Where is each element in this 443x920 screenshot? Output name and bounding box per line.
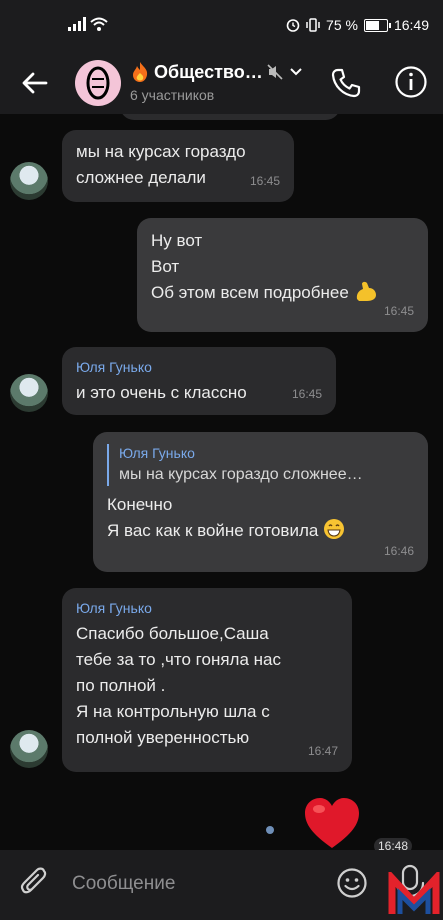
status-right: 75 % 16:49 [286, 17, 429, 33]
grinning-face-emoji-icon [324, 519, 345, 539]
message-text: Я вас как к войне готовила [107, 521, 319, 540]
reply-sender-name: Юля Гунько [119, 445, 195, 461]
message-text-line: Ну вот [151, 231, 203, 250]
avatar[interactable] [10, 162, 48, 200]
sender-name[interactable]: Юля Гунько [76, 358, 247, 376]
message-input[interactable] [70, 870, 324, 898]
reply-text: мы на курсах гораздо сложнее… [119, 466, 363, 483]
signal-icon [68, 17, 86, 31]
message-text-line: Спасибо большое,Саша [76, 624, 269, 643]
reply-quote[interactable]: Юля Гунько мы на курсах гораздо сложнее… [107, 444, 363, 486]
participants-count: 6 участников [130, 87, 215, 103]
avatar[interactable] [10, 730, 48, 768]
message-time: 16:45 [291, 387, 322, 401]
message-text-line: мы на курсах гораздо [76, 142, 246, 161]
message-time: 16:45 [249, 174, 280, 188]
chevron-down-icon[interactable] [289, 67, 303, 77]
message-text-line: сложнее делали [76, 168, 206, 187]
group-avatar[interactable] [75, 60, 121, 106]
message-text-line: Вот [151, 257, 180, 276]
message-bubble[interactable]: Юля Гунько и это очень с классно 16:45 [62, 347, 336, 415]
message-text-line: полной уверенностью [76, 728, 250, 747]
message-time: 16:46 [383, 544, 414, 558]
message-list[interactable]: мы на курсах гораздо сложнее делали 16:4… [0, 114, 443, 850]
paperclip-icon[interactable] [20, 866, 50, 900]
avatar[interactable] [10, 374, 48, 412]
watermark-logo [388, 872, 440, 914]
message-text-line: и это очень с классно [76, 383, 247, 402]
battery-icon [363, 18, 391, 32]
message-text-line: Об этом всем подробнее [151, 280, 378, 306]
previous-message-bubble [120, 114, 340, 120]
flexed-biceps-emoji-icon [356, 281, 376, 301]
info-icon[interactable] [394, 65, 428, 99]
chat-title-text: Общество… [154, 61, 263, 82]
emoji-icon[interactable] [336, 867, 368, 899]
clock: 16:49 [393, 17, 429, 33]
message-text: Об этом всем подробнее [151, 283, 349, 302]
message-composer [0, 850, 443, 920]
battery-percent: 75 % [326, 17, 358, 33]
muted-icon [267, 64, 283, 80]
message-time: 16:45 [383, 304, 414, 318]
message-bubble[interactable]: мы на курсах гораздо сложнее делали 16:4… [62, 130, 294, 202]
chat-title-block[interactable]: Общество… 6 участников [130, 61, 330, 103]
unread-dot [266, 826, 274, 834]
red-heart-emoji-icon[interactable] [302, 794, 362, 850]
message-text-line: тебе за то ,что гоняла нас [76, 650, 281, 669]
back-arrow-icon[interactable] [20, 68, 50, 98]
chat-title: Общество… [130, 61, 330, 83]
message-time: 16:47 [307, 744, 338, 758]
fire-emoji-icon [133, 62, 148, 82]
message-text-line: Я на контрольную шла с [76, 702, 270, 721]
chat-header: Общество… 6 участников [0, 52, 443, 114]
sender-name[interactable]: Юля Гунько [76, 599, 281, 617]
phone-call-icon[interactable] [330, 67, 362, 99]
message-bubble-outgoing[interactable]: Юля Гунько мы на курсах гораздо сложнее…… [93, 432, 428, 572]
status-left [68, 17, 108, 31]
message-bubble[interactable]: Юля Гунько Спасибо большое,Саша тебе за … [62, 588, 352, 772]
message-text-line: Я вас как к войне готовила [107, 518, 363, 544]
message-text-line: по полной . [76, 676, 166, 695]
message-time: 16:48 [374, 838, 413, 850]
alarm-icon [286, 19, 300, 32]
status-bar: 75 % 16:49 [0, 0, 443, 52]
group-logo-icon [86, 66, 110, 100]
wifi-icon [90, 17, 108, 31]
message-text-line: Конечно [107, 495, 173, 514]
message-bubble-outgoing[interactable]: Ну вот Вот Об этом всем подробнее 16:45 [137, 218, 428, 332]
vibrate-icon [306, 18, 320, 32]
